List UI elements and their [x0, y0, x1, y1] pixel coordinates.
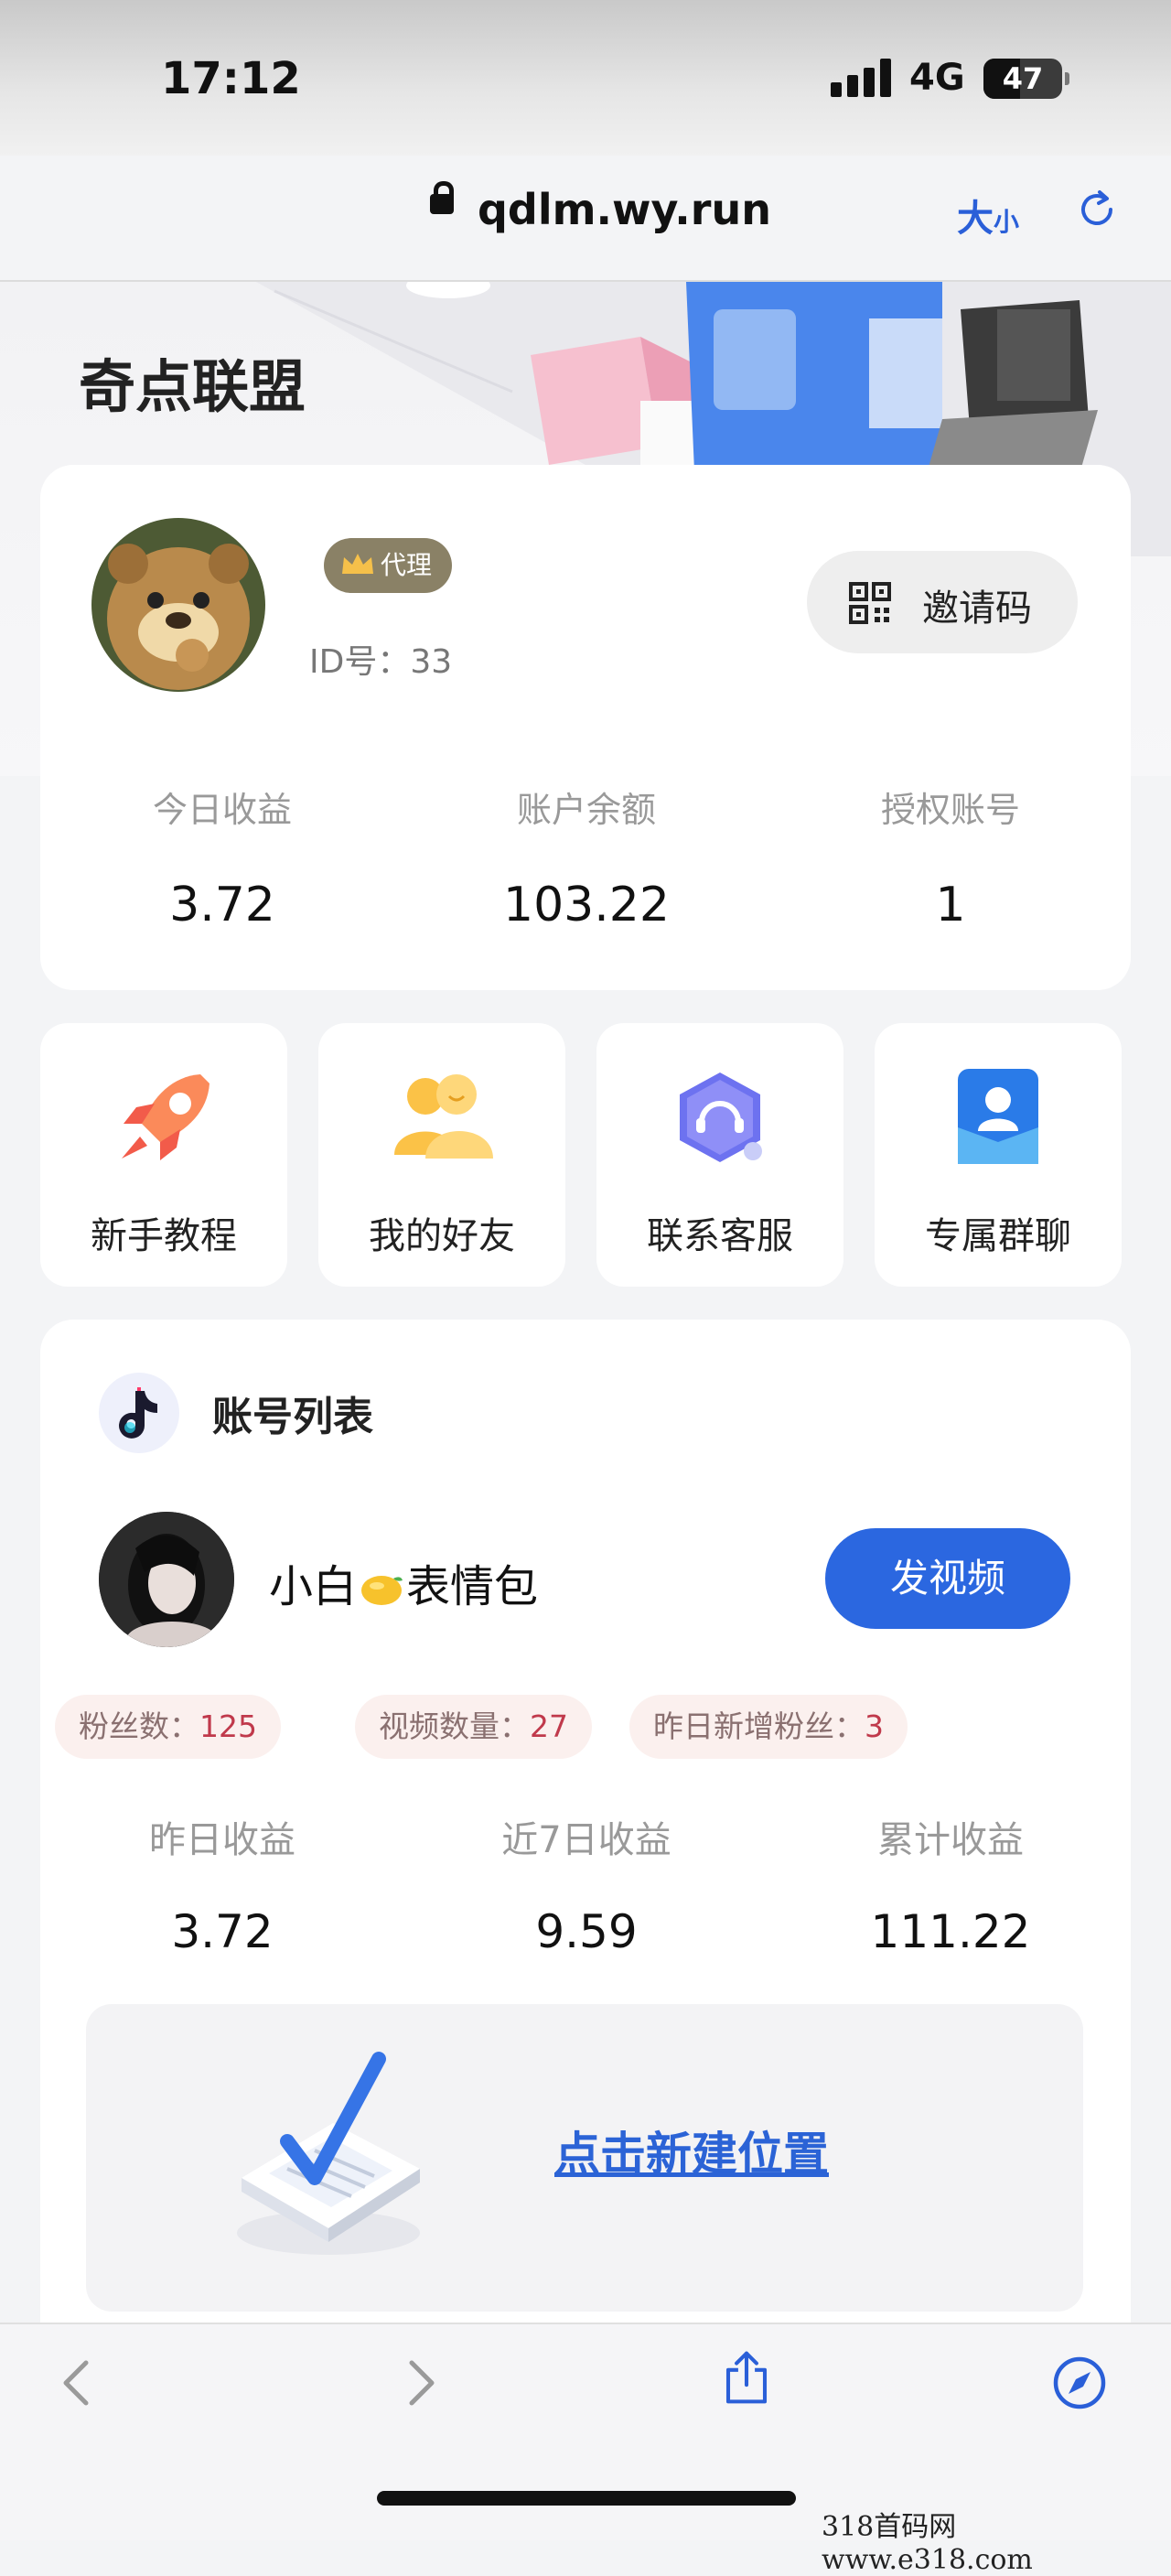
tag-label: 昨日新增粉丝：: [653, 1708, 865, 1744]
stat-label: 昨日收益: [149, 1819, 295, 1861]
stat-value: 111.22: [870, 1905, 1031, 1958]
status-time: 17:12: [161, 53, 301, 104]
tag-video-count: 视频数量：27: [355, 1695, 592, 1759]
back-icon[interactable]: [51, 2355, 106, 2410]
signal-icon: [831, 57, 893, 97]
avatar[interactable]: [91, 518, 265, 692]
account-name-part1: 小白: [269, 1561, 358, 1612]
tag-new-followers-yesterday: 昨日新增粉丝：3: [629, 1695, 908, 1759]
tiktok-icon: [99, 1373, 179, 1453]
quick-action-friends[interactable]: 我的好友: [318, 1023, 565, 1287]
stat-value: 9.59: [535, 1905, 638, 1958]
stat-value: 103.22: [503, 878, 670, 932]
friends-icon: [394, 1074, 493, 1159]
tag-label: 视频数量：: [379, 1708, 530, 1744]
stat-7day-earnings: 近7日收益 9.59: [404, 1810, 768, 1958]
group-chat-icon: [958, 1069, 1038, 1164]
stat-label: 账户余额: [516, 790, 656, 830]
network-type: 4G: [909, 57, 965, 99]
stat-label: 累计收益: [877, 1819, 1024, 1861]
tag-label: 粉丝数：: [79, 1708, 199, 1744]
user-id: ID号：33: [309, 643, 453, 681]
agent-badge-label: 代理: [381, 550, 433, 580]
account-name-part2: 表情包: [406, 1561, 539, 1612]
invite-code-button[interactable]: 邀请码: [807, 551, 1078, 653]
lemon-emoji-icon: [361, 1576, 403, 1605]
watermark: 318首码网 www.e318.com: [822, 2511, 1033, 2576]
tag-value: 3: [865, 1708, 884, 1744]
stat-total-earnings: 累计收益 111.22: [768, 1810, 1133, 1958]
share-icon[interactable]: [719, 2350, 774, 2405]
qr-code-icon: [849, 582, 891, 624]
address-bar-url[interactable]: qdlm.wy.run: [478, 185, 771, 234]
stat-account-balance: 账户余额 103.22: [404, 781, 768, 932]
stat-value: 1: [935, 878, 966, 932]
checklist-illustration: [237, 2052, 420, 2255]
compass-icon[interactable]: [1052, 2355, 1107, 2410]
quick-action-tutorial[interactable]: 新手教程: [40, 1023, 287, 1287]
stat-yesterday-earnings: 昨日收益 3.72: [40, 1810, 404, 1958]
text-size-button[interactable]: 大小: [957, 189, 1019, 242]
stat-value: 3.72: [171, 1905, 274, 1958]
crown-icon: [342, 554, 373, 574]
new-position-panel[interactable]: 点击新建位置: [86, 2004, 1083, 2312]
post-video-button[interactable]: 发视频: [825, 1528, 1070, 1629]
lock-icon: [430, 181, 454, 214]
quick-action-label: 专属群聊: [925, 1215, 1071, 1257]
text-size-small: 小: [994, 207, 1020, 237]
tag-value: 125: [199, 1708, 257, 1744]
customer-service-icon: [680, 1072, 762, 1162]
profile-card: 代理 ID号：33 邀请码 今日收益 3.72 账户余额 103.22 授权账号…: [40, 465, 1131, 990]
stat-authorized-accounts: 授权账号 1: [768, 781, 1133, 932]
home-indicator: [377, 2491, 796, 2506]
stat-label: 今日收益: [152, 790, 292, 830]
app-title: 奇点联盟: [79, 353, 306, 420]
battery-level: 47: [1002, 61, 1044, 96]
battery-icon: 47: [983, 59, 1069, 99]
stat-today-earnings: 今日收益 3.72: [40, 781, 404, 932]
account-avatar[interactable]: [99, 1512, 234, 1647]
quick-action-label: 我的好友: [369, 1215, 515, 1257]
quick-action-customer-service[interactable]: 联系客服: [596, 1023, 843, 1287]
reload-icon[interactable]: [1076, 189, 1118, 231]
tag-value: 27: [530, 1708, 568, 1744]
account-list-title: 账号列表: [212, 1394, 373, 1440]
quick-action-label: 联系客服: [647, 1215, 793, 1257]
quick-action-label: 新手教程: [91, 1215, 237, 1257]
tag-followers: 粉丝数：125: [55, 1695, 281, 1759]
agent-badge: 代理: [324, 538, 453, 593]
status-bar: 17:12 4G 47: [0, 0, 1171, 156]
quick-action-group-chat[interactable]: 专属群聊: [875, 1023, 1122, 1287]
stat-label: 授权账号: [880, 790, 1020, 830]
account-name: 小白 表情包: [269, 1550, 538, 1614]
invite-code-label: 邀请码: [922, 587, 1032, 630]
stat-label: 近7日收益: [501, 1819, 671, 1861]
stat-value: 3.72: [169, 878, 275, 932]
new-position-link[interactable]: 点击新建位置: [554, 2118, 829, 2183]
text-size-big: 大: [957, 198, 994, 240]
forward-icon[interactable]: [392, 2355, 446, 2410]
rocket-icon: [122, 1074, 209, 1160]
